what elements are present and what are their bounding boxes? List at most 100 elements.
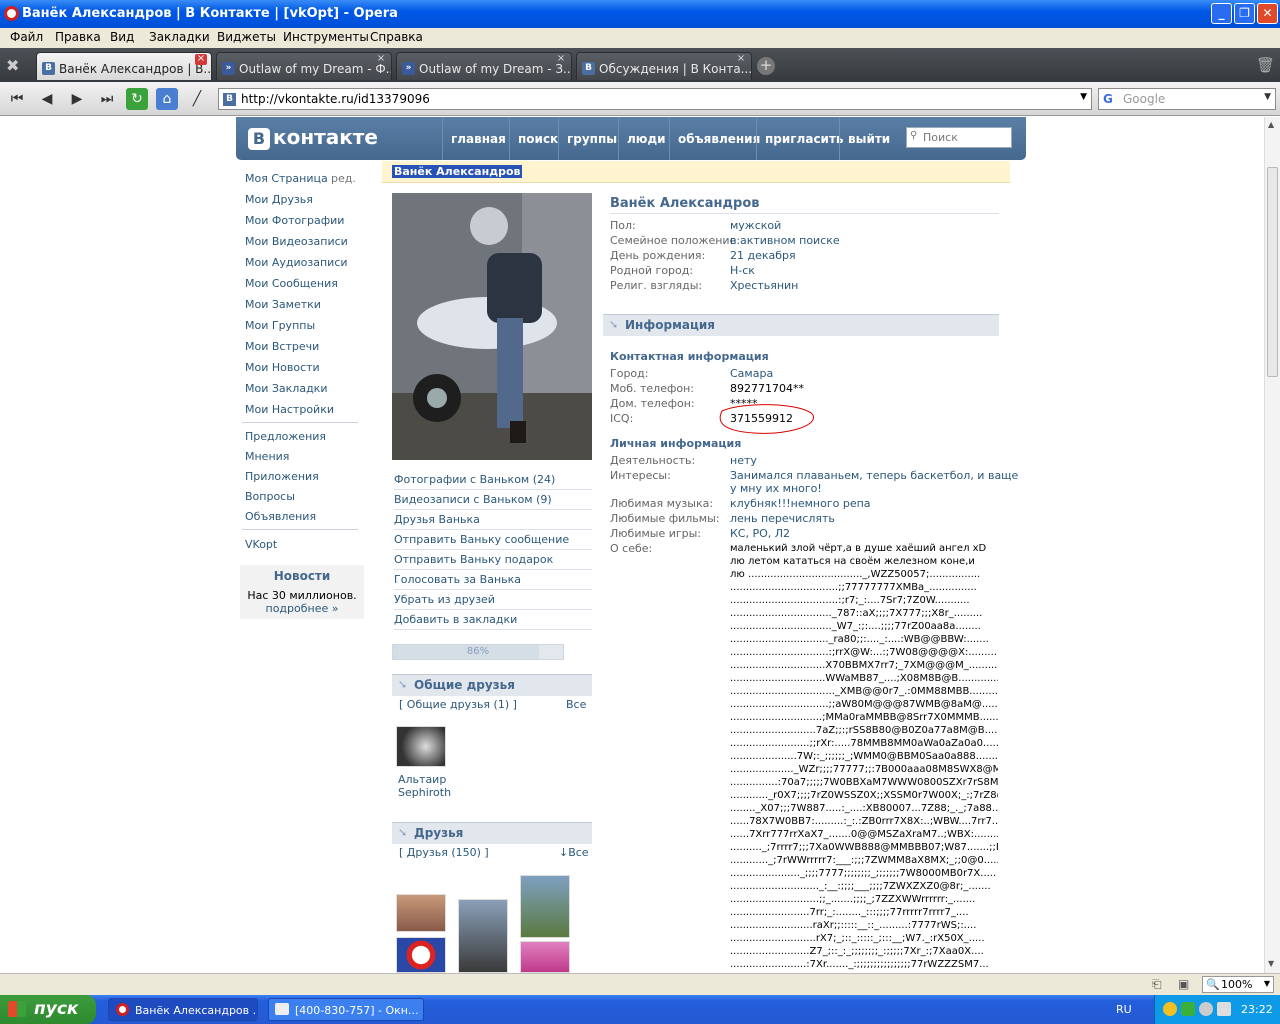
friend-name[interactable]: Альтаир Sephiroth — [398, 773, 451, 799]
close-tab-icon[interactable]: × — [375, 54, 387, 65]
menu-bookmarks[interactable]: Закладки — [149, 30, 210, 44]
sidebar-item-events[interactable]: Мои Встречи — [245, 340, 319, 353]
chevron-down-icon[interactable]: ▼ — [1264, 92, 1271, 102]
nav-home[interactable]: главная — [442, 117, 514, 160]
scroll-down-icon[interactable]: ▼ — [1268, 959, 1274, 968]
address-bar[interactable]: B http://vkontakte.ru/id13379096 ▼ — [218, 88, 1092, 110]
vk-search-input[interactable]: ⚲ Поиск — [906, 127, 1012, 148]
edit-link[interactable]: ред. — [331, 172, 356, 185]
sidebar-item-offers[interactable]: Предложения — [245, 430, 326, 443]
action-add-bookmark[interactable]: Добавить в закладки — [394, 610, 592, 630]
chevron-down-icon[interactable]: ▼ — [1080, 92, 1087, 102]
vk-logo[interactable]: Вконтакте — [248, 125, 378, 150]
tray-app-icon[interactable] — [1163, 1002, 1177, 1016]
action-remove-friend[interactable]: Убрать из друзей — [394, 590, 592, 610]
menu-help[interactable]: Справка — [370, 30, 423, 44]
trash-icon[interactable]: 🗑 — [1256, 56, 1275, 74]
clock[interactable]: 23:22 — [1241, 1003, 1273, 1016]
sidebar-item-vkopt[interactable]: VKopt — [245, 538, 277, 551]
value-movies[interactable]: лень перечислять — [730, 512, 835, 525]
menu-widgets[interactable]: Виджеты — [217, 30, 276, 44]
nav-ads[interactable]: объявления — [669, 117, 768, 160]
close-tab-icon[interactable]: × — [555, 54, 567, 65]
value-religion[interactable]: Хрестьянин — [730, 279, 798, 292]
common-friends-link[interactable]: [ Общие друзья (1) ] — [399, 698, 517, 711]
fast-forward-icon[interactable]: ⏭ — [96, 88, 118, 110]
action-videos-with[interactable]: Видеозаписи с Ваньком (9) — [394, 490, 592, 510]
sidebar-item-ads[interactable]: Объявления — [245, 510, 316, 523]
nav-invite[interactable]: пригласить — [756, 117, 852, 160]
vertical-scrollbar[interactable]: ▲ ▼ — [1264, 117, 1280, 973]
sidebar-item-messages[interactable]: Мои Сообщения — [245, 277, 338, 290]
value-birthday[interactable]: 21 декабря — [730, 249, 796, 262]
value-activity[interactable]: нету — [730, 454, 757, 467]
taskbar-item-qip[interactable]: [400-830-757] - Окн... — [268, 998, 424, 1021]
menu-file[interactable]: Файл — [10, 30, 43, 44]
value-relationship[interactable]: в активном поиске — [730, 234, 840, 247]
tray-app-icon[interactable] — [1181, 1002, 1195, 1016]
tab-2[interactable]: » Outlaw of my Dream - Ф... × — [216, 52, 392, 80]
friends-all-link[interactable]: ↓Все — [559, 846, 589, 859]
friend-avatar[interactable] — [396, 726, 446, 767]
close-window-button[interactable]: ✕ — [1257, 3, 1278, 24]
window-titlebar[interactable]: Ванёк Александров | В Контакте | [vkOpt]… — [0, 0, 1280, 28]
friend-avatar[interactable] — [396, 937, 446, 973]
menu-view[interactable]: Вид — [110, 30, 134, 44]
value-interests-cont[interactable]: у мну их много! — [730, 482, 822, 495]
value-music[interactable]: клубняк!!!немного репа — [730, 497, 871, 510]
news-more-link[interactable]: подробнее » — [240, 602, 364, 615]
language-indicator[interactable]: RU — [1116, 1003, 1132, 1016]
sidebar-item-settings[interactable]: Мои Настройки — [245, 403, 334, 416]
forward-icon[interactable]: ▶ — [66, 88, 88, 110]
common-friends-all-link[interactable]: Все — [566, 698, 586, 711]
search-field[interactable]: G Google ▼ — [1098, 88, 1276, 110]
scroll-thumb[interactable] — [1267, 167, 1278, 377]
camera-icon[interactable]: ▣ — [1178, 977, 1189, 991]
value-gender[interactable]: мужской — [730, 219, 781, 232]
nav-people[interactable]: люди — [618, 117, 674, 160]
value-interests[interactable]: Занимался плаваньем, теперь баскетбол, и… — [730, 469, 1018, 482]
sidebar-item-apps[interactable]: Приложения — [245, 470, 319, 483]
home-icon[interactable]: ⌂ — [156, 88, 178, 110]
info-header[interactable]: ➘ Информация — [603, 314, 999, 336]
menu-edit[interactable]: Правка — [55, 30, 101, 44]
sidebar-item-videos[interactable]: Мои Видеозаписи — [245, 235, 348, 248]
friend-avatar[interactable] — [396, 894, 446, 932]
tab-4[interactable]: B Обсуждения | В Конта... × — [576, 52, 752, 80]
profile-photo[interactable] — [392, 193, 592, 460]
nav-groups[interactable]: группы — [558, 117, 625, 160]
sidebar-item-questions[interactable]: Вопросы — [245, 490, 295, 503]
close-tab-icon[interactable]: × — [195, 54, 207, 65]
nav-logout[interactable]: выйти — [839, 117, 898, 160]
tray-app-icon[interactable] — [1217, 1002, 1231, 1016]
sidebar-item-opinions[interactable]: Мнения — [245, 450, 289, 463]
sidebar-item-friends[interactable]: Мои Друзья — [245, 193, 313, 206]
friend-avatar[interactable] — [458, 899, 508, 973]
sidebar-item-photos[interactable]: Мои Фотографии — [245, 214, 344, 227]
value-city[interactable]: Самара — [730, 367, 773, 380]
tab-3[interactable]: » Outlaw of my Dream - З... × — [396, 52, 572, 80]
new-tab-icon[interactable]: + — [757, 57, 775, 75]
scroll-up-icon[interactable]: ▲ — [1268, 120, 1274, 129]
tools-icon[interactable]: ✖ — [6, 56, 19, 75]
sidebar-item-groups[interactable]: Мои Группы — [245, 319, 315, 332]
sidebar-item-news[interactable]: Мои Новости — [245, 361, 320, 374]
zoom-select[interactable]: 🔍 100% ▼ — [1202, 976, 1274, 993]
sidebar-item-bookmarks[interactable]: Мои Закладки — [245, 382, 327, 395]
back-icon[interactable]: ◀ — [36, 88, 58, 110]
rewind-icon[interactable]: ⏮ — [6, 88, 28, 110]
sidebar-item-audio[interactable]: Мои Аудиозаписи — [245, 256, 348, 269]
friends-link[interactable]: [ Друзья (150) ] — [399, 846, 489, 859]
tray-app-icon[interactable] — [1199, 1002, 1213, 1016]
speeddial-icon[interactable]: ⎗ — [1152, 977, 1162, 992]
start-button[interactable]: пуск — [0, 995, 96, 1024]
tab-1[interactable]: B Ванёк Александров | В... × — [36, 52, 212, 80]
wand-icon[interactable]: ╱ — [186, 88, 208, 110]
close-tab-icon[interactable]: × — [735, 54, 747, 65]
reload-icon[interactable]: ↻ — [126, 88, 148, 110]
taskbar-item-opera[interactable]: Ванёк Александров ... — [108, 998, 258, 1021]
action-friends[interactable]: Друзья Ванька — [394, 510, 592, 530]
action-photos-with[interactable]: Фотографии с Ваньком (24) — [394, 470, 592, 490]
sidebar-item-notes[interactable]: Мои Заметки — [245, 298, 321, 311]
action-send-gift[interactable]: Отправить Ваньку подарок — [394, 550, 592, 570]
